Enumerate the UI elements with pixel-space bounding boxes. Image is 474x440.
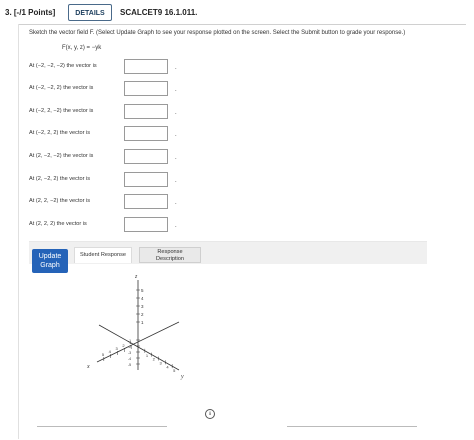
period-mark: .	[175, 223, 177, 229]
z-tick-label: 3	[141, 304, 144, 309]
question-label: At (−2, 2, 2) the vector is	[29, 130, 91, 136]
question-row: At (2, 2, −2) the vector is.	[29, 194, 189, 210]
update-graph-button[interactable]: Update Graph	[32, 249, 68, 273]
details-button[interactable]: DETAILS	[68, 4, 112, 21]
vector-answer-input[interactable]	[124, 81, 168, 96]
vector-answer-input[interactable]	[124, 104, 168, 119]
period-mark: .	[175, 110, 177, 116]
vector-field-formula: F(x, y, z) = −yk	[62, 45, 102, 51]
info-icon[interactable]: i	[205, 409, 215, 419]
x-tick-label: 2	[122, 343, 125, 348]
3d-axes-plot[interactable]: z y x 54321-1-2-3-4-512345 12345	[79, 270, 189, 382]
graph-label: Graph	[40, 262, 60, 269]
question-label: At (2, 2, 2) the vector is	[29, 221, 87, 227]
vector-answer-input[interactable]	[124, 217, 168, 232]
period-mark: .	[175, 155, 177, 161]
question-row: At (−2, 2, −2) the vector is.	[29, 104, 189, 120]
points-label: 3. [-/1 Points]	[5, 8, 56, 17]
y-tick-label: 1	[146, 353, 149, 358]
y-axis	[98, 324, 180, 371]
question-row: At (2, −2, 2) the vector is.	[29, 172, 189, 188]
question-row: At (−2, −2, 2) the vector is.	[29, 81, 189, 97]
axis-ticks: 54321-1-2-3-4-512345 12345	[102, 288, 176, 373]
y-tick-label: 5	[173, 368, 176, 373]
question-label: At (2, −2, 2) the vector is	[29, 176, 91, 182]
vector-answer-input[interactable]	[124, 194, 168, 209]
z-tick-label: 2	[141, 312, 144, 317]
x-tick-label: 5	[102, 352, 105, 357]
x-tick-label: 4	[109, 349, 112, 354]
period-mark: .	[175, 65, 177, 71]
tab-response-description[interactable]: Response Description	[139, 247, 201, 263]
z-neg-tick-label: -2	[128, 345, 131, 349]
period-mark: .	[175, 200, 177, 206]
tab-desc-line1: Response	[157, 249, 183, 255]
x-axis-label: x	[86, 364, 90, 370]
z-tick-label: 4	[141, 296, 144, 301]
z-tick-label: 1	[141, 320, 144, 325]
question-row: At (−2, −2, −2) the vector is.	[29, 59, 189, 75]
z-axis-label: z	[134, 274, 138, 280]
vector-answer-input[interactable]	[124, 59, 168, 74]
update-label: Update	[38, 253, 62, 260]
problem-code: SCALCET9 16.1.011.	[120, 8, 198, 17]
question-label: At (2, 2, −2) the vector is	[29, 198, 91, 204]
vector-answer-input[interactable]	[124, 149, 168, 164]
y-tick-label: 3	[160, 361, 163, 366]
tab-student-response[interactable]: Student Response	[74, 247, 132, 263]
bottom-divider-left	[37, 426, 167, 427]
question-label: At (−2, −2, −2) the vector is	[29, 63, 97, 69]
x-tick-label: 3	[116, 346, 119, 351]
bottom-divider-right	[287, 426, 417, 427]
question-label: At (2, −2, −2) the vector is	[29, 153, 94, 159]
z-neg-tick-label: -5	[128, 363, 131, 367]
y-tick-label: 4	[166, 364, 169, 369]
x-tick-label: 1	[129, 340, 132, 345]
question-row: At (2, 2, 2) the vector is.	[29, 217, 189, 233]
z-neg-tick-label: -4	[128, 357, 131, 361]
vector-answer-input[interactable]	[124, 126, 168, 141]
question-row: At (−2, 2, 2) the vector is.	[29, 126, 189, 142]
period-mark: .	[175, 178, 177, 184]
vector-answer-input[interactable]	[124, 172, 168, 187]
question-label: At (−2, −2, 2) the vector is	[29, 85, 94, 91]
left-divider	[18, 24, 19, 439]
y-tick-label: 2	[153, 357, 156, 362]
period-mark: .	[175, 87, 177, 93]
z-neg-tick-label: -3	[128, 351, 131, 355]
question-header: 3. [-/1 Points] DETAILS SCALCET9 16.1.01…	[0, 0, 474, 26]
instructions-text: Sketch the vector field F. (Select Updat…	[29, 30, 406, 36]
tab-desc-line2: Description	[156, 256, 184, 262]
question-label: At (−2, 2, −2) the vector is	[29, 108, 94, 114]
period-mark: .	[175, 132, 177, 138]
question-row: At (2, −2, −2) the vector is.	[29, 149, 189, 165]
graph-panel: Update Graph Student Response Response D…	[29, 241, 427, 440]
header-divider	[18, 24, 466, 25]
y-axis-label: y	[180, 374, 184, 380]
z-tick-label: 5	[141, 288, 144, 293]
